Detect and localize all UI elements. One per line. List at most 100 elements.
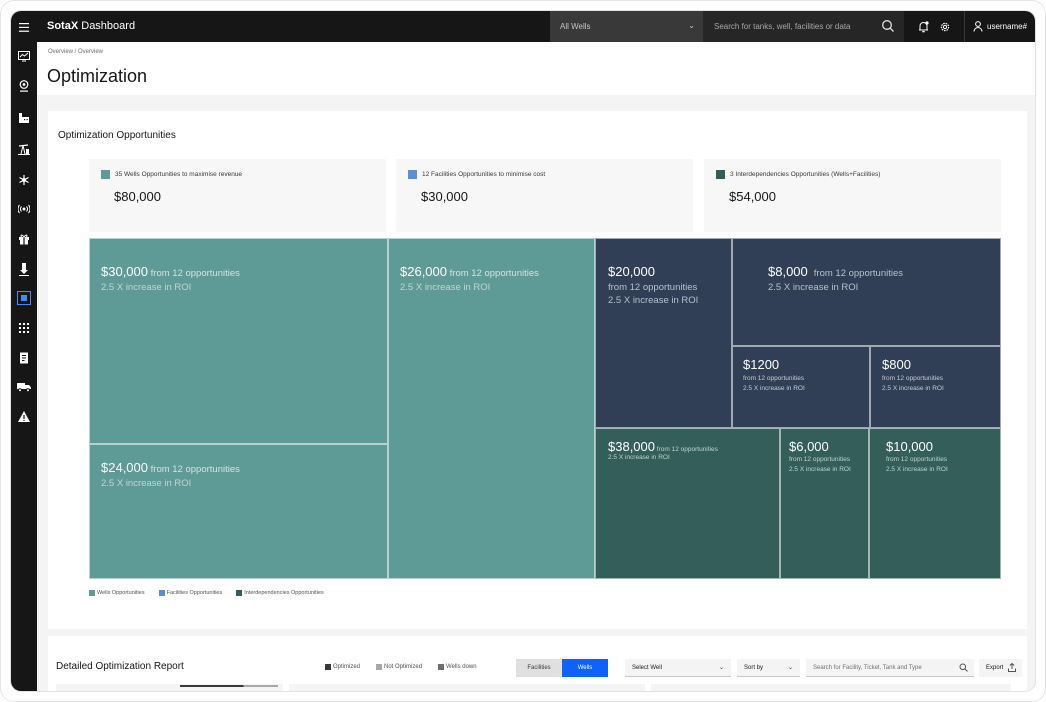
summary-label: 12 Facilities Opportunities to minimise … (422, 171, 546, 178)
tile-amount: $10,000 (886, 439, 933, 454)
status-legend: Optimized Not Optimized Wells down (325, 664, 477, 670)
tile-roi: 2.5 X increase in ROI (882, 384, 944, 392)
tile-content: $26,000 from 12 opportunities 2.5 X incr… (400, 264, 539, 293)
export-label: Export (986, 665, 1004, 671)
gear-icon[interactable] (934, 11, 956, 42)
treemap-legend: Wells Opportunities Facilities Opportuni… (89, 590, 324, 596)
treemap-tile-interdependencies[interactable]: $6,000 from 12 opportunities 2.5 X incre… (780, 428, 869, 579)
legend-swatch (376, 664, 383, 670)
report-title: Detailed Optimization Report (56, 661, 184, 672)
page-title: Optimization (47, 66, 148, 86)
status-legend-item: Wells down (438, 664, 477, 670)
facilities-swatch (408, 170, 417, 179)
treemap-tile-interdependencies[interactable]: $10,000 from 12 opportunities 2.5 X incr… (869, 428, 1001, 579)
tile-content: $6,000 from 12 opportunities 2.5 X incre… (789, 439, 851, 475)
search-icon[interactable] (881, 19, 895, 33)
legend-swatch (158, 590, 165, 596)
treemap-tile-facilities[interactable]: $20,000 from 12 opportunities 2.5 X incr… (595, 238, 732, 428)
tile-from: from 12 opportunities (447, 268, 539, 279)
legend-item[interactable]: Interdependencies Opportunities (236, 590, 324, 596)
notification-icon[interactable] (912, 11, 934, 42)
summary-interdependencies: 3 Interdependencies Opportunities (Wells… (704, 159, 1001, 232)
factory-icon[interactable] (11, 108, 37, 128)
chevron-down-icon: ⌄ (688, 21, 695, 30)
treemap-tile-facilities[interactable]: $1200 from 12 opportunities 2.5 X increa… (732, 346, 870, 428)
tile-content: $30,000 from 12 opportunities 2.5 X incr… (101, 264, 240, 293)
tile-amount: $24,000 (101, 460, 148, 475)
tile-amount: $800 (882, 357, 911, 372)
tile-from: from 12 opportunities (608, 282, 698, 293)
tile-content: $20,000 from 12 opportunities 2.5 X incr… (608, 264, 698, 306)
export-button[interactable]: Export (979, 659, 1022, 677)
sort-by-dropdown[interactable]: Sort by ⌄ (737, 659, 800, 677)
menu-icon[interactable] (11, 17, 37, 37)
monitor-chart-icon[interactable] (11, 46, 37, 66)
summary-amount: $80,000 (114, 189, 161, 204)
asterisk-network-icon[interactable] (11, 170, 37, 190)
report-column-panel (651, 684, 1011, 691)
tile-from: from 12 opportunities (148, 268, 240, 279)
user-icon (973, 21, 983, 32)
wells-dropdown[interactable]: All Wells ⌄ (550, 11, 703, 42)
select-well-label: Select Well (632, 665, 662, 671)
treemap-tile-interdependencies[interactable]: $38,000 from 12 opportunities 2.5 X incr… (595, 428, 780, 579)
grid-icon[interactable] (11, 318, 37, 338)
legend-swatch (325, 664, 331, 670)
report-search-input[interactable]: Search for Facility, Ticket, Tank and Ty… (806, 659, 974, 677)
wells-swatch (101, 170, 110, 179)
gift-icon[interactable] (11, 229, 37, 249)
treemap-tile-wells[interactable]: $24,000 from 12 opportunities 2.5 X incr… (89, 444, 388, 579)
treemap-tile-wells[interactable]: $30,000 from 12 opportunities 2.5 X incr… (89, 238, 388, 444)
legend-item[interactable]: Facilities Opportunities (158, 590, 222, 596)
summary-facilities: 12 Facilities Opportunities to minimise … (396, 159, 693, 232)
username-label: username# (987, 22, 1028, 31)
report-table-header-strip (56, 684, 1019, 691)
global-search-input[interactable]: Search for tanks, well, facilities or da… (703, 11, 904, 42)
warning-icon[interactable] (11, 406, 37, 426)
search-icon[interactable] (959, 663, 968, 672)
breadcrumb[interactable]: Overview / Overview (48, 49, 103, 55)
header-actions (904, 11, 956, 42)
legend-swatch (438, 664, 445, 670)
report-search-placeholder: Search for Facility, Ticket, Tank and Ty… (813, 665, 922, 671)
status-legend-item: Optimized (325, 664, 360, 670)
toggle-wells[interactable]: Wells (562, 659, 608, 677)
summary-amount: $30,000 (421, 189, 468, 204)
tile-roi: 2.5 X increase in ROI (743, 384, 805, 392)
tile-amount: $38,000 (608, 439, 655, 454)
download-tower-icon[interactable] (11, 259, 37, 279)
chevron-down-icon: ⌄ (787, 665, 793, 671)
report-column-panel (56, 684, 283, 691)
user-menu[interactable]: username# (964, 11, 1035, 42)
tile-amount: $26,000 (400, 264, 447, 279)
tile-amount: $1200 (743, 357, 780, 372)
treemap-tile-wells[interactable]: $26,000 from 12 opportunities 2.5 X incr… (388, 238, 595, 579)
detailed-report-card: Detailed Optimization Report Optimized N… (48, 636, 1027, 691)
toggle-facilities[interactable]: Facilities (516, 659, 562, 677)
brand-title[interactable]: SotaX Dashboard (47, 20, 135, 32)
select-well-dropdown[interactable]: Select Well ⌄ (625, 659, 731, 677)
signal-icon[interactable] (11, 199, 37, 219)
tile-from: from 12 opportunities (882, 375, 944, 382)
location-pin-icon[interactable] (11, 76, 37, 96)
legend-item[interactable]: Wells Opportunities (89, 590, 145, 596)
optimization-icon[interactable] (11, 288, 37, 308)
tile-roi: 2.5 X increase in ROI (101, 282, 192, 293)
status-legend-item: Not Optimized (376, 664, 422, 670)
truck-icon[interactable] (11, 377, 37, 397)
tile-content: $24,000 from 12 opportunities 2.5 X incr… (101, 460, 240, 489)
tile-from: from 12 opportunities (148, 464, 240, 475)
page-header: Overview / Overview Optimization (37, 42, 1035, 95)
treemap-tile-facilities[interactable]: $8,000 from 12 opportunities 2.5 X increa… (732, 238, 1001, 346)
tile-roi: 2.5 X increase in ROI (789, 465, 851, 473)
tile-amount: $8,000 (768, 264, 808, 279)
global-search-placeholder: Search for tanks, well, facilities or da… (714, 22, 851, 31)
treemap-tile-facilities[interactable]: $800 from 12 opportunities 2.5 X increas… (870, 346, 1001, 428)
document-icon[interactable] (11, 348, 37, 368)
facilities-wells-toggle: Facilities Wells (516, 659, 608, 677)
tile-amount: $20,000 (608, 264, 655, 279)
pump-jack-icon[interactable] (11, 139, 37, 159)
tile-content: $1200 from 12 opportunities 2.5 X increa… (743, 357, 805, 394)
tile-roi: 2.5 X increase in ROI (768, 282, 859, 293)
chevron-down-icon: ⌄ (718, 665, 724, 671)
